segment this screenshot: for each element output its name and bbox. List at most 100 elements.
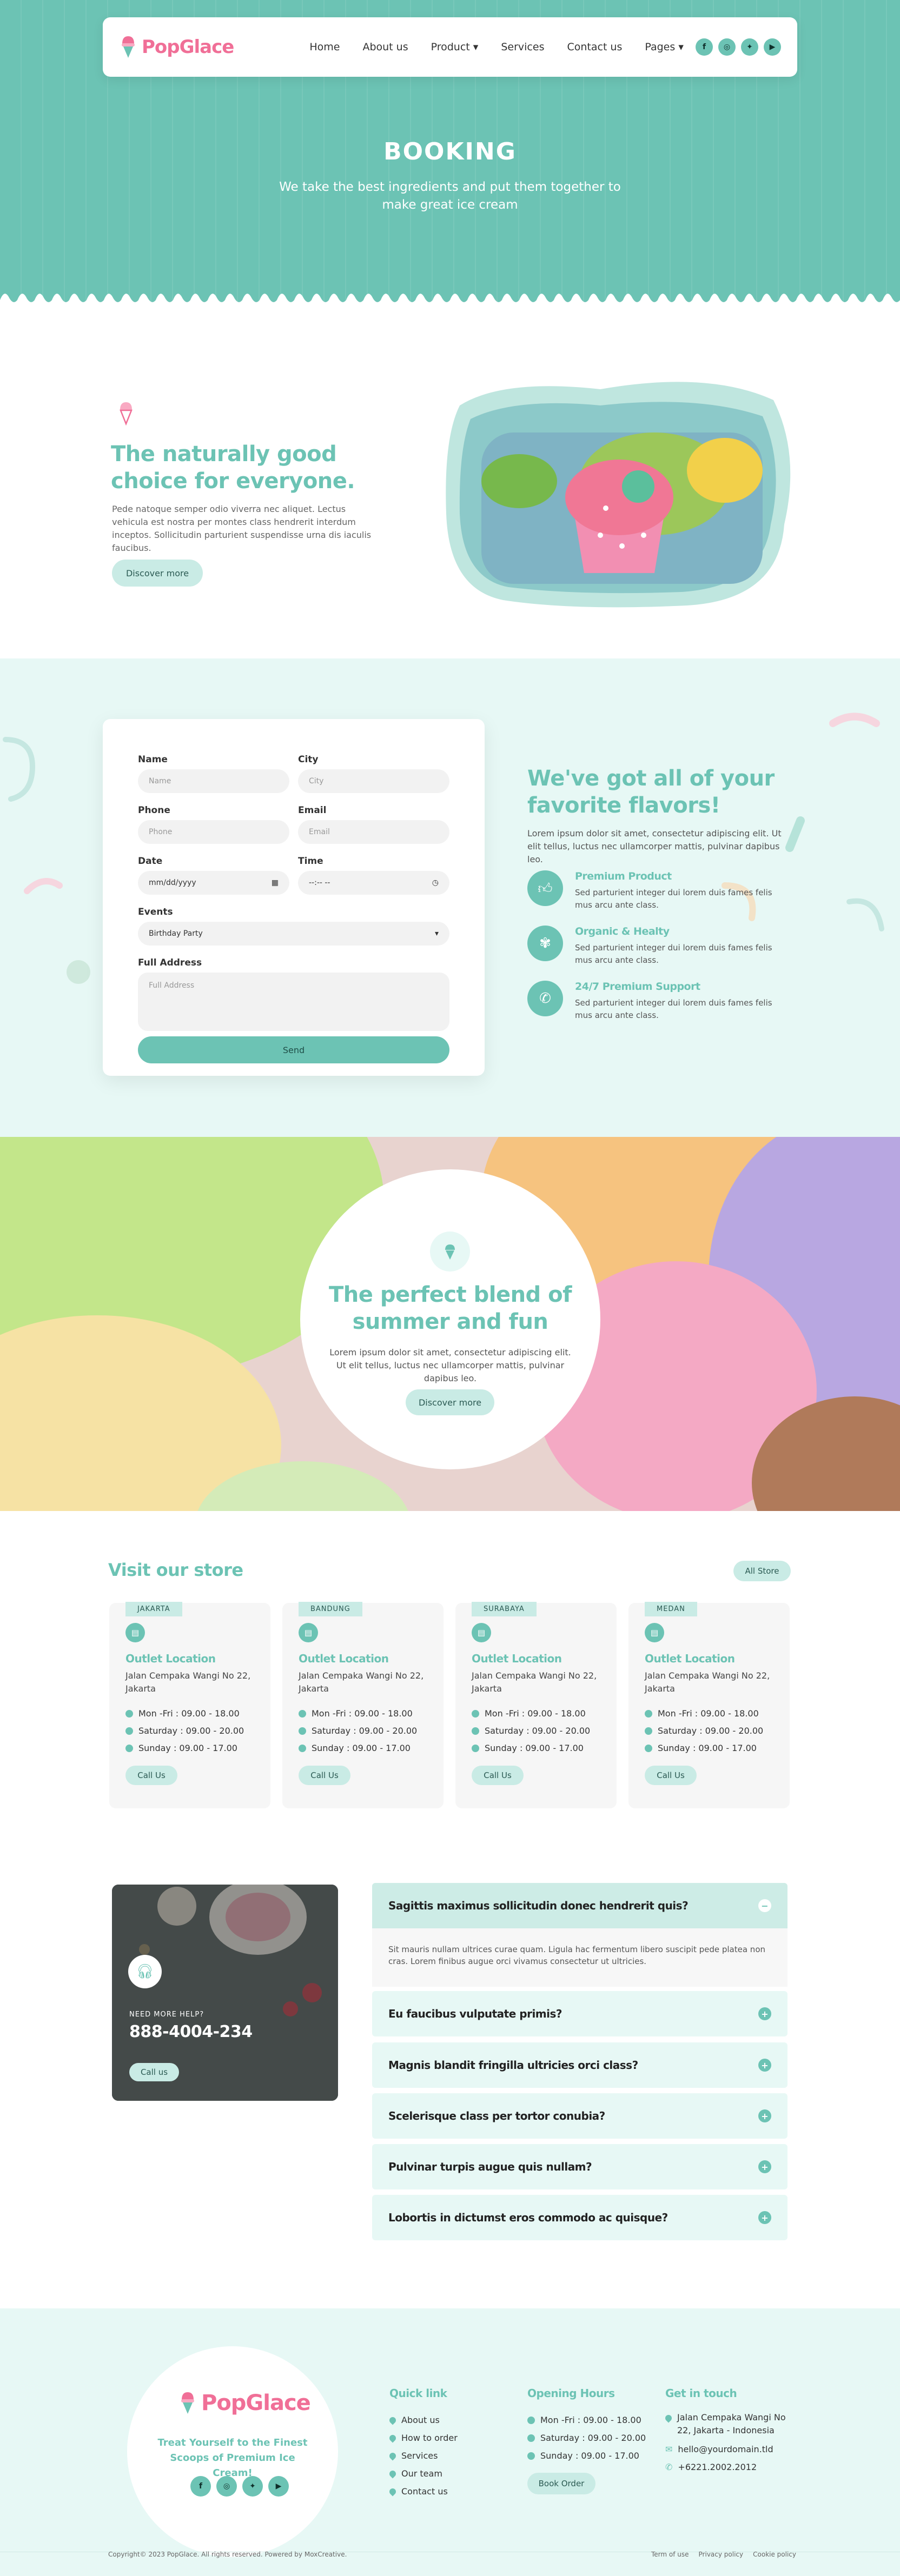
ice-cream-logo-icon (122, 36, 135, 58)
twitter-icon[interactable]: ✦ (741, 38, 758, 56)
name-label: Name (138, 754, 168, 765)
nav-pages[interactable]: Pages ▾ (645, 41, 684, 53)
map-pin-icon (388, 2451, 398, 2460)
map-pin-icon (388, 2469, 398, 2478)
faq-item[interactable]: Magnis blandit fringilla ultricies orci … (372, 2042, 788, 2088)
clock-icon[interactable]: ◷ (432, 878, 439, 887)
time-placeholder: --:-- -- (309, 878, 330, 887)
faq-question: Eu faucibus vulputate primis? (388, 2007, 562, 2020)
instagram-icon[interactable]: ◎ (718, 38, 736, 56)
store-card: MEDAN ▤ Outlet Location Jalan Cempaka Wa… (628, 1602, 790, 1808)
faq-item-open[interactable]: Sagittis maximus sollicitudin donec hend… (372, 1883, 788, 1928)
cookie-link[interactable]: Cookie policy (753, 2551, 796, 2558)
flavors-title: We've got all of your favorite flavors! (527, 766, 775, 818)
nav-services[interactable]: Services (501, 41, 544, 53)
store-address: Jalan Cempaka Wangi No 22, Jakarta (472, 1670, 597, 1694)
faq-item[interactable]: Eu faucibus vulputate primis? + (372, 1991, 788, 2036)
email-field[interactable]: Email (298, 820, 449, 844)
events-select[interactable]: Birthday Party ▾ (138, 922, 449, 946)
plus-icon[interactable]: + (758, 2109, 771, 2122)
footer-link-how-to-order[interactable]: How to order (388, 2429, 458, 2447)
clock-icon (472, 1727, 479, 1735)
book-order-button[interactable]: Book Order (527, 2473, 595, 2494)
address-textarea[interactable]: Full Address (138, 973, 449, 1031)
calendar-icon[interactable]: ▦ (272, 878, 279, 887)
opening-hours-text: Mon -Fri : 09.00 - 18.00 (540, 2415, 641, 2425)
plus-icon[interactable]: + (758, 2160, 771, 2173)
store-hours: Sunday : 09.00 - 17.00 (658, 1743, 757, 1753)
contact-phone[interactable]: ✆ +6221.2002.2012 (665, 2458, 795, 2476)
faq-question: Lobortis in dictumst eros commodo ac qui… (388, 2211, 668, 2224)
faq-item[interactable]: Scelerisque class per tortor conubia? + (372, 2093, 788, 2139)
contact-list: Jalan Cempaka Wangi No 22, Jakarta - Ind… (664, 2411, 795, 2476)
footer-link-team[interactable]: Our team (388, 2465, 458, 2482)
faq-question: Pulvinar turpis augue quis nullam? (388, 2160, 592, 2173)
store-hours-row: Mon -Fri : 09.00 - 18.00 (299, 1705, 427, 1722)
plus-icon[interactable]: + (758, 2211, 771, 2224)
privacy-link[interactable]: Privacy policy (699, 2551, 744, 2558)
city-placeholder: City (309, 777, 324, 786)
store-hours: Mon -Fri : 09.00 - 18.00 (138, 1708, 240, 1719)
store-hours-row: Sunday : 09.00 - 17.00 (125, 1740, 254, 1757)
facebook-icon[interactable]: f (696, 38, 713, 56)
intro-discover-button[interactable]: Discover more (112, 560, 203, 587)
all-store-button[interactable]: All Store (733, 1561, 791, 1581)
feature-title: 24/7 Premium Support (575, 981, 700, 993)
footer-link-contact[interactable]: Contact us (388, 2482, 458, 2500)
youtube-icon[interactable]: ▶ (764, 38, 781, 56)
store-hours: Sunday : 09.00 - 17.00 (485, 1743, 584, 1753)
date-field[interactable]: mm/dd/yyyy ▦ (138, 871, 289, 895)
call-us-button[interactable]: Call us (129, 2063, 179, 2081)
footer-link-about[interactable]: About us (388, 2411, 458, 2429)
logo[interactable]: PopGlace (119, 35, 234, 59)
stores-title: Visit our store (108, 1560, 243, 1580)
nav-product[interactable]: Product ▾ (431, 41, 479, 53)
feature-text: Sed parturient integer dui lorem duis fa… (575, 888, 772, 910)
clock-icon (645, 1727, 652, 1735)
store-hours: Sunday : 09.00 - 17.00 (138, 1743, 237, 1753)
store-name: Outlet Location (299, 1652, 389, 1665)
clock-icon (299, 1727, 306, 1735)
call-us-button[interactable]: Call Us (299, 1766, 350, 1785)
call-us-button[interactable]: Call Us (125, 1766, 177, 1785)
city-field[interactable]: City (298, 769, 449, 793)
plus-icon[interactable]: + (758, 2007, 771, 2020)
phone-field[interactable]: Phone (138, 820, 289, 844)
store-hours-row: Sunday : 09.00 - 17.00 (472, 1740, 600, 1757)
blend-discover-button[interactable]: Discover more (406, 1389, 494, 1415)
footer-link-services[interactable]: Services (388, 2447, 458, 2465)
minus-icon[interactable]: − (758, 1899, 771, 1912)
store-tag: MEDAN (645, 1602, 697, 1616)
mail-icon: ✉ (665, 2444, 673, 2454)
faq-item[interactable]: Pulvinar turpis augue quis nullam? + (372, 2144, 788, 2189)
hero-wave (0, 294, 900, 308)
faq-item[interactable]: Lobortis in dictumst eros commodo ac qui… (372, 2195, 788, 2240)
contact-email[interactable]: ✉ hello@yourdomain.tld (665, 2440, 795, 2458)
nav-home[interactable]: Home (309, 41, 340, 53)
terms-link[interactable]: Term of use (651, 2551, 689, 2558)
time-field[interactable]: --:-- -- ◷ (298, 871, 449, 895)
blend-text: Lorem ipsum dolor sit amet, consectetur … (329, 1347, 571, 1383)
call-us-button[interactable]: Call Us (472, 1766, 524, 1785)
store-hours: Mon -Fri : 09.00 - 18.00 (485, 1708, 586, 1719)
clock-icon (527, 2416, 535, 2424)
nav-contact[interactable]: Contact us (567, 41, 622, 53)
twitter-icon[interactable]: ✦ (242, 2476, 263, 2497)
clock-icon (299, 1710, 306, 1718)
store-address: Jalan Cempaka Wangi No 22, Jakarta (645, 1670, 770, 1694)
date-label: Date (138, 856, 163, 867)
instagram-icon[interactable]: ◎ (216, 2476, 237, 2497)
youtube-icon[interactable]: ▶ (268, 2476, 289, 2497)
call-us-button[interactable]: Call Us (645, 1766, 697, 1785)
footer-socials: f ◎ ✦ ▶ (190, 2476, 289, 2497)
name-field[interactable]: Name (138, 769, 289, 793)
map-pin-icon (388, 2415, 398, 2425)
plus-icon[interactable]: + (758, 2059, 771, 2072)
footer-logo[interactable]: PopGlace (178, 2391, 311, 2415)
send-button[interactable]: Send (138, 1036, 449, 1063)
store-icon: ▤ (125, 1623, 145, 1642)
feature-text: Sed parturient integer dui lorem duis fa… (575, 998, 772, 1020)
store-icon: ▤ (645, 1623, 664, 1642)
nav-about[interactable]: About us (362, 41, 408, 53)
facebook-icon[interactable]: f (190, 2476, 211, 2497)
